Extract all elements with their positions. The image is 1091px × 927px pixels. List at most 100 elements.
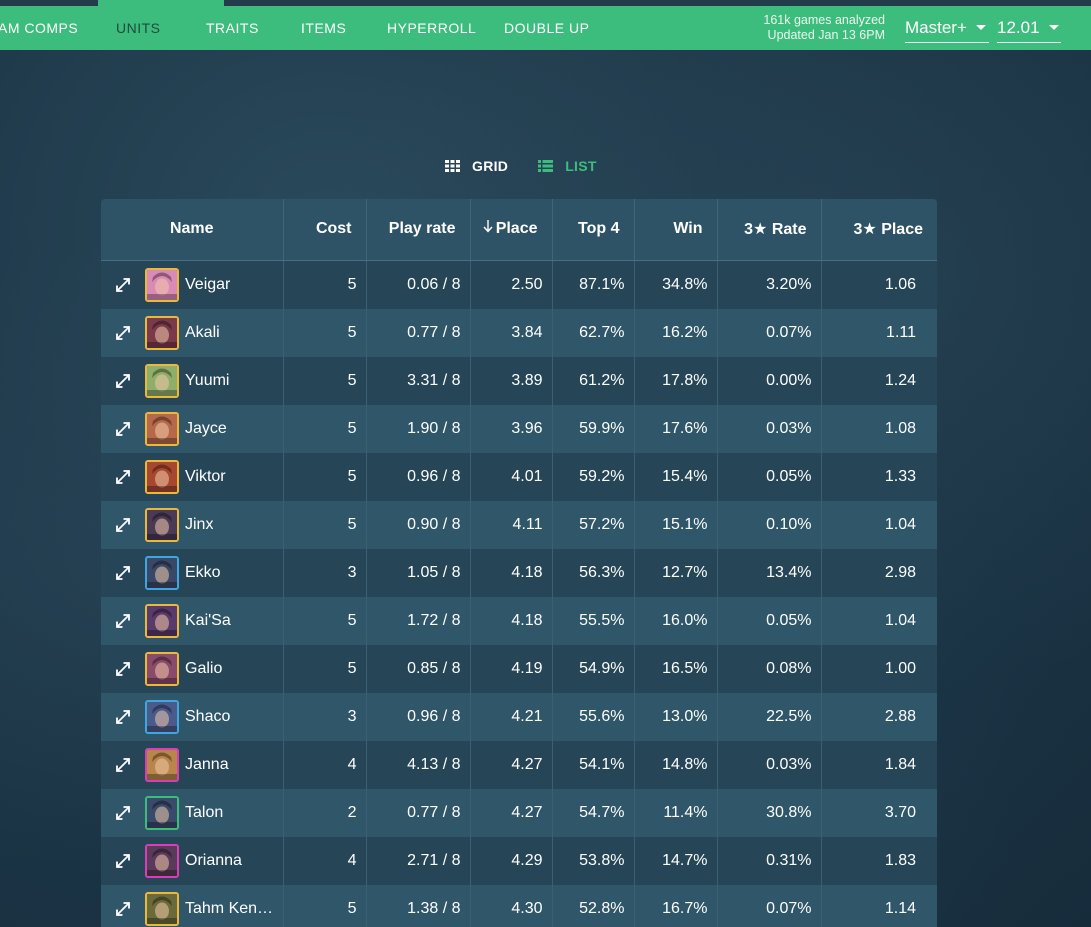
table-row[interactable]: Yuumi 5 3.31 / 8 3.89 61.2% 17.8% 0.00% … [101, 356, 937, 405]
expand-button[interactable] [101, 373, 145, 388]
champion-portrait[interactable] [145, 507, 179, 542]
table-row[interactable]: Kai'Sa 5 1.72 / 8 4.18 55.5% 16.0% 0.05%… [101, 596, 937, 645]
table-row[interactable]: Jayce 5 1.90 / 8 3.96 59.9% 17.6% 0.03% … [101, 404, 937, 453]
cost-cell: 3 [283, 548, 367, 597]
table-row[interactable]: Jinx 5 0.90 / 8 4.11 57.2% 15.1% 0.10% 1… [101, 500, 937, 549]
champion-name[interactable]: Jinx [185, 516, 213, 534]
patch-dropdown[interactable]: 12.01 [997, 13, 1061, 43]
play-rate-cell: 0.77 / 8 [366, 788, 471, 837]
champion-portrait-image [147, 797, 177, 828]
rank-filter-dropdown[interactable]: Master+ [905, 13, 989, 43]
table-row[interactable]: Viktor 5 0.96 / 8 4.01 59.2% 15.4% 0.05%… [101, 452, 937, 501]
champion-name[interactable]: Yuumi [185, 372, 229, 390]
expand-button[interactable] [101, 709, 145, 724]
chevron-down-icon [975, 25, 986, 30]
3star-place-cell: 1.24 [821, 356, 937, 405]
champion-portrait[interactable] [145, 795, 179, 830]
3star-rate-cell: 0.31% [717, 836, 822, 885]
3star-place-cell: 1.08 [821, 404, 937, 453]
champion-name[interactable]: Orianna [185, 852, 242, 870]
champion-portrait[interactable] [145, 891, 179, 926]
expand-button[interactable] [101, 757, 145, 772]
nav-double-up[interactable]: DOUBLE UP [504, 6, 604, 50]
champion-portrait[interactable] [145, 315, 179, 350]
column-header-3star-place[interactable]: 3★ Place [821, 199, 937, 261]
champion-portrait[interactable] [145, 699, 179, 734]
chevron-down-icon [1048, 25, 1059, 30]
grid-view-button[interactable]: GRID [445, 158, 508, 174]
nav-hyperroll[interactable]: HYPERROLL [387, 6, 504, 50]
champion-name[interactable]: Talon [185, 804, 223, 822]
expand-button[interactable] [101, 325, 145, 340]
champion-name[interactable]: Veigar [185, 276, 230, 294]
expand-button[interactable] [101, 661, 145, 676]
champion-portrait[interactable] [145, 843, 179, 878]
expand-button[interactable] [101, 805, 145, 820]
nav-team-comps[interactable]: AM COMPS [0, 6, 116, 50]
champion-name[interactable]: Janna [185, 756, 229, 774]
champion-portrait[interactable] [145, 747, 179, 782]
champion-name[interactable]: Jayce [185, 420, 227, 438]
table-row[interactable]: Janna 4 4.13 / 8 4.27 54.1% 14.8% 0.03% … [101, 740, 937, 789]
expand-button[interactable] [101, 277, 145, 292]
column-header-top4[interactable]: Top 4 [552, 199, 635, 261]
expand-button[interactable] [101, 613, 145, 628]
expand-button[interactable] [101, 469, 145, 484]
champion-portrait[interactable] [145, 603, 179, 638]
table-row[interactable]: Ekko 3 1.05 / 8 4.18 56.3% 12.7% 13.4% 2… [101, 548, 937, 597]
place-cell: 4.11 [470, 500, 553, 549]
table-row[interactable]: Talon 2 0.77 / 8 4.27 54.7% 11.4% 30.8% … [101, 788, 937, 837]
place-cell: 3.84 [470, 308, 553, 357]
table-row[interactable]: Galio 5 0.85 / 8 4.19 54.9% 16.5% 0.08% … [101, 644, 937, 693]
list-label: LIST [565, 158, 597, 174]
expand-button[interactable] [101, 565, 145, 580]
3star-place-cell: 1.04 [821, 500, 937, 549]
column-header-play-rate[interactable]: Play rate [366, 199, 471, 261]
nav-items[interactable]: ITEMS [301, 6, 387, 50]
champion-name[interactable]: Viktor [185, 468, 226, 486]
cost-cell: 5 [283, 404, 367, 453]
list-view-button[interactable]: LIST [538, 158, 597, 174]
name-cell-content: Ekko [101, 549, 283, 597]
table-row[interactable]: Akali 5 0.77 / 8 3.84 62.7% 16.2% 0.07% … [101, 308, 937, 357]
table-row[interactable]: Veigar 5 0.06 / 8 2.50 87.1% 34.8% 3.20%… [101, 260, 937, 309]
expand-button[interactable] [101, 901, 145, 916]
games-analyzed: 161k games analyzed [763, 13, 885, 27]
champion-name[interactable]: Tahm Ken… [185, 900, 273, 918]
expand-button[interactable] [101, 517, 145, 532]
top4-cell: 54.1% [552, 740, 635, 789]
column-header-place[interactable]: Place [470, 199, 553, 261]
play-rate-cell: 0.77 / 8 [366, 308, 471, 357]
champion-portrait[interactable] [145, 411, 179, 446]
table-body: Veigar 5 0.06 / 8 2.50 87.1% 34.8% 3.20%… [101, 260, 937, 927]
champion-name[interactable]: Ekko [185, 564, 221, 582]
place-cell: 4.01 [470, 452, 553, 501]
champion-portrait-image [147, 365, 177, 396]
name-cell-content: Talon [101, 789, 283, 837]
table-row[interactable]: Shaco 3 0.96 / 8 4.21 55.6% 13.0% 22.5% … [101, 692, 937, 741]
column-header-cost[interactable]: Cost [283, 199, 367, 261]
champion-name[interactable]: Akali [185, 324, 220, 342]
champion-portrait[interactable] [145, 459, 179, 494]
champion-portrait[interactable] [145, 267, 179, 302]
top4-cell: 55.5% [552, 596, 635, 645]
champion-name[interactable]: Galio [185, 660, 222, 678]
nav-traits[interactable]: TRAITS [206, 6, 301, 50]
expand-button[interactable] [101, 421, 145, 436]
column-header-name[interactable]: Name [101, 199, 284, 261]
column-header-win[interactable]: Win [634, 199, 718, 261]
table-row[interactable]: Orianna 4 2.71 / 8 4.29 53.8% 14.7% 0.31… [101, 836, 937, 885]
champion-name[interactable]: Shaco [185, 708, 230, 726]
champion-name[interactable]: Kai'Sa [185, 612, 231, 630]
champion-portrait[interactable] [145, 651, 179, 686]
name-cell-content: Kai'Sa [101, 597, 283, 645]
column-header-3star-rate[interactable]: 3★ Rate [717, 199, 822, 261]
3star-place-cell: 1.04 [821, 596, 937, 645]
champion-portrait[interactable] [145, 363, 179, 398]
nav-units[interactable]: UNITS [98, 0, 224, 50]
cost-cell: 5 [283, 260, 367, 309]
champion-portrait[interactable] [145, 555, 179, 590]
expand-button[interactable] [101, 853, 145, 868]
place-cell: 2.50 [470, 260, 553, 309]
table-row[interactable]: Tahm Ken… 5 1.38 / 8 4.30 52.8% 16.7% 0.… [101, 884, 937, 927]
